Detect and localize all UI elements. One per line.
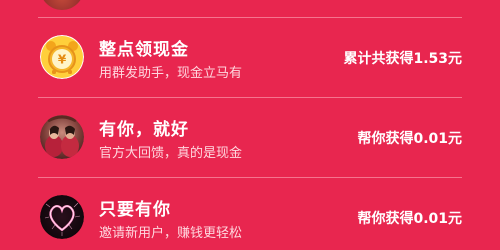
item-reward: 累计共获得1.53元 xyxy=(343,51,462,67)
item-subtitle: 用群发助手，现金立马有 xyxy=(99,66,243,81)
item-title: 有你，就好 xyxy=(99,120,189,140)
item-subtitle: 官方大回馈，真的是现金 xyxy=(99,146,243,161)
item-title: 整点领现金 xyxy=(99,40,189,60)
list-item-have-you[interactable]: 有你，就好 官方大回馈，真的是现金 帮你获得0.01元 xyxy=(0,98,500,176)
previous-row-peek xyxy=(0,0,500,14)
previous-avatar xyxy=(40,0,84,10)
alarm-clock-coin-icon: ¥ xyxy=(40,35,84,79)
list-item-hourly-cash[interactable]: ¥ 整点领现金 用群发助手，现金立马有 累计共获得1.53元 xyxy=(0,18,500,96)
sparkler-heart-avatar xyxy=(40,195,84,239)
item-reward: 帮你获得0.01元 xyxy=(357,211,462,227)
item-title: 只要有你 xyxy=(99,200,171,220)
yuan-symbol: ¥ xyxy=(58,53,67,67)
couple-photo-avatar xyxy=(40,115,84,159)
item-subtitle: 邀请新用户，赚钱更轻松 xyxy=(99,226,243,241)
list-item-only-you[interactable]: 只要有你 邀请新用户，赚钱更轻松 帮你获得0.01元 xyxy=(0,178,500,250)
reward-list-page: ¥ 整点领现金 用群发助手，现金立马有 累计共获得1.53元 有你，就好 官方大… xyxy=(0,0,500,250)
item-reward: 帮你获得0.01元 xyxy=(357,131,462,147)
